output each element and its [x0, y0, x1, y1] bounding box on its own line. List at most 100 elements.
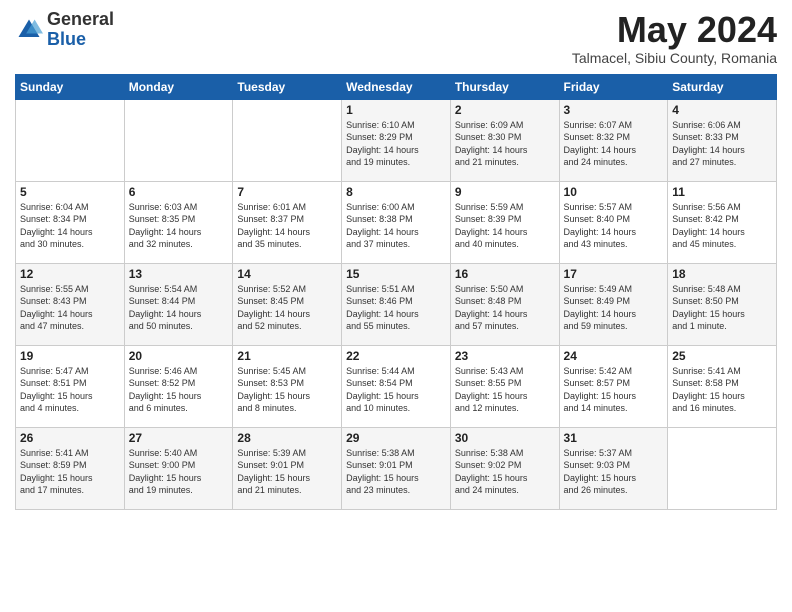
- logo-blue-text: Blue: [47, 30, 114, 50]
- day-info: Sunrise: 5:49 AM Sunset: 8:49 PM Dayligh…: [564, 283, 664, 333]
- day-info: Sunrise: 5:59 AM Sunset: 8:39 PM Dayligh…: [455, 201, 555, 251]
- day-info: Sunrise: 6:04 AM Sunset: 8:34 PM Dayligh…: [20, 201, 120, 251]
- day-number: 20: [129, 349, 229, 363]
- calendar-week-1: 1Sunrise: 6:10 AM Sunset: 8:29 PM Daylig…: [16, 99, 777, 181]
- day-info: Sunrise: 5:54 AM Sunset: 8:44 PM Dayligh…: [129, 283, 229, 333]
- day-info: Sunrise: 5:38 AM Sunset: 9:02 PM Dayligh…: [455, 447, 555, 497]
- calendar-cell: 30 Sunrise: 5:38 AM Sunset: 9:02 PM Dayli…: [450, 427, 559, 509]
- calendar-week-3: 12 Sunrise: 5:55 AM Sunset: 8:43 PM Dayli…: [16, 263, 777, 345]
- day-info: Sunrise: 5:43 AM Sunset: 8:55 PM Dayligh…: [455, 365, 555, 415]
- day-number: 12: [20, 267, 120, 281]
- calendar-cell: 29Sunrise: 5:38 AM Sunset: 9:01 PM Dayli…: [342, 427, 451, 509]
- day-number: 7: [237, 185, 337, 199]
- calendar-cell: 14 Sunrise: 5:52 AM Sunset: 8:45 PM Dayli…: [233, 263, 342, 345]
- calendar-cell: 25Sunrise: 5:41 AM Sunset: 8:58 PM Dayli…: [668, 345, 777, 427]
- day-number: 21: [237, 349, 337, 363]
- day-info: Sunrise: 5:55 AM Sunset: 8:43 PM Dayligh…: [20, 283, 120, 333]
- title-block: May 2024 Talmacel, Sibiu County, Romania: [572, 10, 777, 66]
- calendar-cell: 8Sunrise: 6:00 AM Sunset: 8:38 PM Daylig…: [342, 181, 451, 263]
- day-number: 19: [20, 349, 120, 363]
- calendar-cell: 23 Sunrise: 5:43 AM Sunset: 8:55 PM Dayli…: [450, 345, 559, 427]
- day-info: Sunrise: 5:40 AM Sunset: 9:00 PM Dayligh…: [129, 447, 229, 497]
- calendar-cell: 7Sunrise: 6:01 AM Sunset: 8:37 PM Daylig…: [233, 181, 342, 263]
- day-info: Sunrise: 6:03 AM Sunset: 8:35 PM Dayligh…: [129, 201, 229, 251]
- calendar-cell: 16Sunrise: 5:50 AM Sunset: 8:48 PM Dayli…: [450, 263, 559, 345]
- day-number: 5: [20, 185, 120, 199]
- day-number: 26: [20, 431, 120, 445]
- day-number: 15: [346, 267, 446, 281]
- logo-icon: [15, 16, 43, 44]
- day-header-tuesday: Tuesday: [233, 74, 342, 99]
- calendar-cell: [124, 99, 233, 181]
- day-number: 3: [564, 103, 664, 117]
- day-info: Sunrise: 5:41 AM Sunset: 8:59 PM Dayligh…: [20, 447, 120, 497]
- calendar-cell: 19 Sunrise: 5:47 AM Sunset: 8:51 PM Dayli…: [16, 345, 125, 427]
- calendar-cell: 20 Sunrise: 5:46 AM Sunset: 8:52 PM Dayli…: [124, 345, 233, 427]
- day-header-saturday: Saturday: [668, 74, 777, 99]
- calendar-cell: 17Sunrise: 5:49 AM Sunset: 8:49 PM Dayli…: [559, 263, 668, 345]
- calendar-cell: 21 Sunrise: 5:45 AM Sunset: 8:53 PM Dayli…: [233, 345, 342, 427]
- day-number: 14: [237, 267, 337, 281]
- month-year-title: May 2024: [572, 10, 777, 50]
- day-number: 6: [129, 185, 229, 199]
- day-info: Sunrise: 6:09 AM Sunset: 8:30 PM Dayligh…: [455, 119, 555, 169]
- calendar-cell: 1Sunrise: 6:10 AM Sunset: 8:29 PM Daylig…: [342, 99, 451, 181]
- day-number: 18: [672, 267, 772, 281]
- calendar-cell: 28Sunrise: 5:39 AM Sunset: 9:01 PM Dayli…: [233, 427, 342, 509]
- calendar-cell: 24 Sunrise: 5:42 AM Sunset: 8:57 PM Dayli…: [559, 345, 668, 427]
- day-info: Sunrise: 5:57 AM Sunset: 8:40 PM Dayligh…: [564, 201, 664, 251]
- calendar-week-4: 19 Sunrise: 5:47 AM Sunset: 8:51 PM Dayli…: [16, 345, 777, 427]
- calendar-week-2: 5 Sunrise: 6:04 AM Sunset: 8:34 PM Daylig…: [16, 181, 777, 263]
- calendar-cell: [16, 99, 125, 181]
- calendar-cell: 31 Sunrise: 5:37 AM Sunset: 9:03 PM Dayli…: [559, 427, 668, 509]
- day-header-thursday: Thursday: [450, 74, 559, 99]
- logo-text: General Blue: [47, 10, 114, 50]
- calendar-cell: [668, 427, 777, 509]
- calendar-cell: 6 Sunrise: 6:03 AM Sunset: 8:35 PM Daylig…: [124, 181, 233, 263]
- calendar-cell: 2 Sunrise: 6:09 AM Sunset: 8:30 PM Daylig…: [450, 99, 559, 181]
- calendar-cell: 12 Sunrise: 5:55 AM Sunset: 8:43 PM Dayli…: [16, 263, 125, 345]
- day-number: 27: [129, 431, 229, 445]
- calendar-cell: 15Sunrise: 5:51 AM Sunset: 8:46 PM Dayli…: [342, 263, 451, 345]
- day-info: Sunrise: 5:46 AM Sunset: 8:52 PM Dayligh…: [129, 365, 229, 415]
- calendar-cell: 9 Sunrise: 5:59 AM Sunset: 8:39 PM Daylig…: [450, 181, 559, 263]
- day-number: 23: [455, 349, 555, 363]
- day-number: 13: [129, 267, 229, 281]
- day-info: Sunrise: 5:45 AM Sunset: 8:53 PM Dayligh…: [237, 365, 337, 415]
- day-info: Sunrise: 5:42 AM Sunset: 8:57 PM Dayligh…: [564, 365, 664, 415]
- calendar-cell: 10 Sunrise: 5:57 AM Sunset: 8:40 PM Dayli…: [559, 181, 668, 263]
- logo-general-text: General: [47, 10, 114, 30]
- day-number: 16: [455, 267, 555, 281]
- day-number: 31: [564, 431, 664, 445]
- calendar-cell: 22 Sunrise: 5:44 AM Sunset: 8:54 PM Dayli…: [342, 345, 451, 427]
- calendar-table: SundayMondayTuesdayWednesdayThursdayFrid…: [15, 74, 777, 510]
- day-header-monday: Monday: [124, 74, 233, 99]
- calendar-cell: 5 Sunrise: 6:04 AM Sunset: 8:34 PM Daylig…: [16, 181, 125, 263]
- day-number: 30: [455, 431, 555, 445]
- calendar-body: 1Sunrise: 6:10 AM Sunset: 8:29 PM Daylig…: [16, 99, 777, 509]
- day-info: Sunrise: 5:56 AM Sunset: 8:42 PM Dayligh…: [672, 201, 772, 251]
- calendar-cell: 4Sunrise: 6:06 AM Sunset: 8:33 PM Daylig…: [668, 99, 777, 181]
- day-number: 9: [455, 185, 555, 199]
- day-number: 29: [346, 431, 446, 445]
- day-info: Sunrise: 5:52 AM Sunset: 8:45 PM Dayligh…: [237, 283, 337, 333]
- day-info: Sunrise: 5:48 AM Sunset: 8:50 PM Dayligh…: [672, 283, 772, 333]
- calendar-cell: 26 Sunrise: 5:41 AM Sunset: 8:59 PM Dayli…: [16, 427, 125, 509]
- day-number: 2: [455, 103, 555, 117]
- calendar-cell: 3 Sunrise: 6:07 AM Sunset: 8:32 PM Daylig…: [559, 99, 668, 181]
- calendar-week-5: 26 Sunrise: 5:41 AM Sunset: 8:59 PM Dayli…: [16, 427, 777, 509]
- day-info: Sunrise: 5:41 AM Sunset: 8:58 PM Dayligh…: [672, 365, 772, 415]
- day-number: 22: [346, 349, 446, 363]
- calendar-cell: 27 Sunrise: 5:40 AM Sunset: 9:00 PM Dayli…: [124, 427, 233, 509]
- day-info: Sunrise: 5:37 AM Sunset: 9:03 PM Dayligh…: [564, 447, 664, 497]
- day-number: 1: [346, 103, 446, 117]
- page-header: General Blue May 2024 Talmacel, Sibiu Co…: [15, 10, 777, 66]
- location-subtitle: Talmacel, Sibiu County, Romania: [572, 50, 777, 66]
- calendar-header: SundayMondayTuesdayWednesdayThursdayFrid…: [16, 74, 777, 99]
- day-info: Sunrise: 5:44 AM Sunset: 8:54 PM Dayligh…: [346, 365, 446, 415]
- day-number: 24: [564, 349, 664, 363]
- day-info: Sunrise: 6:07 AM Sunset: 8:32 PM Dayligh…: [564, 119, 664, 169]
- calendar-cell: 11Sunrise: 5:56 AM Sunset: 8:42 PM Dayli…: [668, 181, 777, 263]
- day-info: Sunrise: 5:47 AM Sunset: 8:51 PM Dayligh…: [20, 365, 120, 415]
- day-number: 10: [564, 185, 664, 199]
